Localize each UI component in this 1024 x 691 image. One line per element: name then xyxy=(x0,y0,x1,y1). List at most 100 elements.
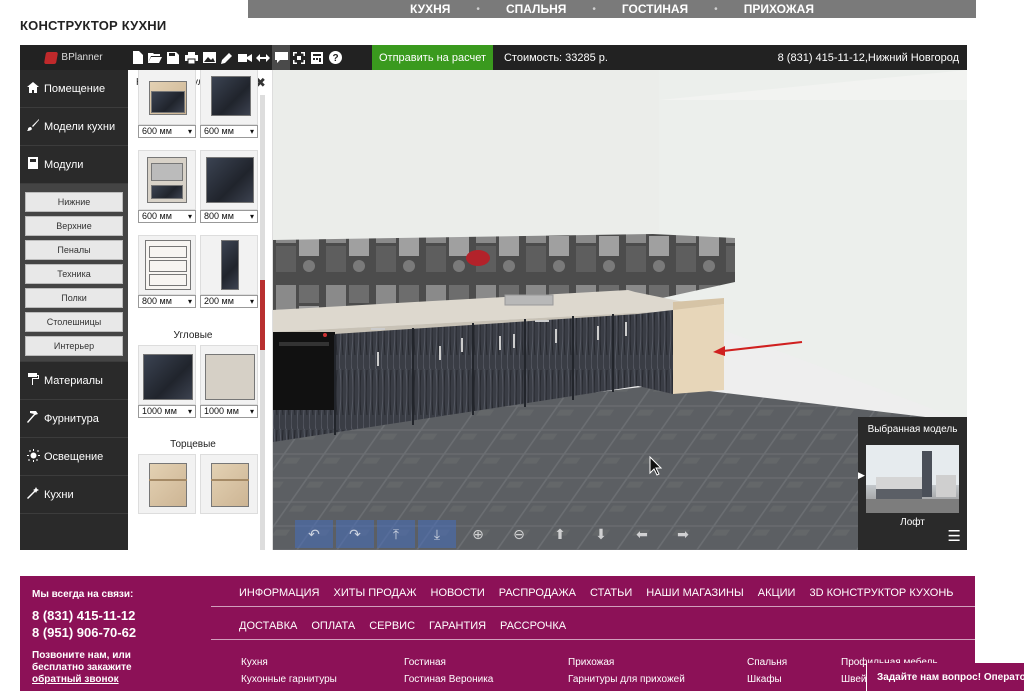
nav-hallway[interactable]: ПРИХОЖАЯ xyxy=(718,2,840,16)
subcategory-interior[interactable]: Интерьер xyxy=(25,336,123,356)
footer-col-link[interactable]: Кухня xyxy=(241,654,337,671)
footer-link[interactable]: РАСПРОДАЖА xyxy=(499,587,576,599)
footer-divider xyxy=(211,639,975,640)
footer-callback-link[interactable]: обратный звонок xyxy=(32,674,202,686)
modules-panel: Нижние модули ✖ 600 мм 600 мм 600 м xyxy=(128,70,273,550)
sidebar-item-modules[interactable]: Модули xyxy=(20,146,128,184)
sidebar-item-hardware[interactable]: Фурнитура xyxy=(20,400,128,438)
footer-link[interactable]: ГАРАНТИЯ xyxy=(429,620,486,632)
new-file-icon[interactable] xyxy=(128,45,146,70)
pencil-icon[interactable] xyxy=(218,45,236,70)
footer-col-link[interactable]: Спальня xyxy=(747,654,787,671)
nav-bedroom[interactable]: СПАЛЬНЯ xyxy=(480,2,592,16)
footer-link[interactable]: ХИТЫ ПРОДАЖ xyxy=(333,587,416,599)
3d-viewport[interactable]: ↶ ↷ ⤒ ⤓ ⊕ ⊖ ⬆ ⬇ ⬅ ➡ Выбранная модель Лоф… xyxy=(273,70,967,550)
save-icon[interactable] xyxy=(164,45,182,70)
sidebar-item-label: Кухни xyxy=(44,488,74,501)
module-size-select[interactable]: 600 мм xyxy=(138,125,196,138)
footer-callback-line-2: бесплатно закажите xyxy=(32,662,132,673)
sidebar-item-label: Фурнитура xyxy=(44,412,99,425)
sidebar-item-kitchens[interactable]: Кухни xyxy=(20,476,128,514)
module-card[interactable]: 200 мм xyxy=(200,235,258,315)
footer-col-link[interactable]: Кухонные гарнитуры xyxy=(241,671,337,688)
footer-col-link[interactable]: Гостиная Вероника xyxy=(404,671,493,688)
module-thumbnail xyxy=(200,150,258,210)
modules-scroll-thumb[interactable] xyxy=(260,280,265,350)
module-size-select[interactable]: 600 мм xyxy=(200,125,258,138)
footer-link[interactable]: РАССРОЧКА xyxy=(500,620,566,632)
fullscreen-icon[interactable] xyxy=(290,45,308,70)
footer-link[interactable]: АКЦИИ xyxy=(758,587,796,599)
footer-column-kitchen: Кухня Кухонные гарнитуры xyxy=(241,654,337,688)
panel-collapse-icon[interactable]: ▶ xyxy=(858,470,865,481)
footer-link[interactable]: НАШИ МАГАЗИНЫ xyxy=(646,587,744,599)
rotate-right-icon[interactable]: ↷ xyxy=(336,520,374,548)
list-view-icon[interactable]: ☰ xyxy=(948,527,961,545)
module-card[interactable]: 800 мм xyxy=(138,235,196,315)
pan-down-icon[interactable]: ⬇ xyxy=(582,520,620,548)
footer-col-link[interactable]: Шкафы xyxy=(747,671,787,688)
nav-living-room[interactable]: ГОСТИНАЯ xyxy=(596,2,714,16)
footer-link[interactable]: СЕРВИС xyxy=(369,620,415,632)
footer-link[interactable]: ОПЛАТА xyxy=(311,620,355,632)
help-icon[interactable]: ? xyxy=(326,45,344,70)
footer-col-link[interactable]: Прихожая xyxy=(568,654,685,671)
zoom-out-icon[interactable]: ⊖ xyxy=(500,520,538,548)
subcategory-shelves[interactable]: Полки xyxy=(25,288,123,308)
zoom-in-icon[interactable]: ⊕ xyxy=(459,520,497,548)
footer-link[interactable]: ИНФОРМАЦИЯ xyxy=(239,587,319,599)
module-thumbnail xyxy=(200,70,258,125)
open-folder-icon[interactable] xyxy=(146,45,164,70)
subcategory-countertops[interactable]: Столешницы xyxy=(25,312,123,332)
module-card[interactable] xyxy=(200,454,258,534)
footer-col-link[interactable]: Гостиная xyxy=(404,654,493,671)
chat-widget-button[interactable]: Задайте нам вопрос! Операто xyxy=(866,663,1024,691)
tilt-up-icon[interactable]: ⤒ xyxy=(377,520,415,548)
footer-link[interactable]: 3D КОНСТРУКТОР КУХОНЬ xyxy=(809,587,953,599)
subcategory-tall[interactable]: Пеналы xyxy=(25,240,123,260)
module-card[interactable]: 1000 мм xyxy=(138,345,196,425)
video-icon[interactable] xyxy=(236,45,254,70)
footer-phone-1[interactable]: 8 (831) 415-11-12 xyxy=(32,608,202,623)
tilt-down-icon[interactable]: ⤓ xyxy=(418,520,456,548)
module-size-select[interactable]: 1000 мм xyxy=(138,405,196,418)
comment-icon[interactable] xyxy=(272,45,290,70)
send-for-quote-button[interactable]: Отправить на расчет xyxy=(372,45,493,70)
footer-link[interactable]: СТАТЬИ xyxy=(590,587,632,599)
module-size-select[interactable]: 800 мм xyxy=(138,295,196,308)
sidebar-item-kitchen-models[interactable]: Модели кухни xyxy=(20,108,128,146)
module-size-select[interactable]: 800 мм xyxy=(200,210,258,223)
module-card[interactable]: 600 мм xyxy=(138,70,196,145)
footer-phone-2[interactable]: 8 (951) 906-70-62 xyxy=(32,625,202,640)
sidebar-item-room[interactable]: Помещение xyxy=(20,70,128,108)
image-icon[interactable] xyxy=(200,45,218,70)
paint-roller-icon xyxy=(27,373,39,388)
sidebar-item-lighting[interactable]: Освещение xyxy=(20,438,128,476)
subcategory-appliances[interactable]: Техника xyxy=(25,264,123,284)
pan-up-icon[interactable]: ⬆ xyxy=(541,520,579,548)
calculator-icon[interactable] xyxy=(308,45,326,70)
footer-col-link[interactable]: Гарнитуры для прихожей xyxy=(568,671,685,688)
module-card[interactable]: 600 мм xyxy=(200,70,258,145)
contact-phone: 8 (831) 415-11-12,Нижний Новгород xyxy=(777,51,959,64)
sidebar-item-materials[interactable]: Материалы xyxy=(20,362,128,400)
app-toolbar: BPlanner ? Отправить на расчет Стоимость… xyxy=(20,45,967,70)
module-card[interactable]: 800 мм xyxy=(200,150,258,230)
footer-link[interactable]: НОВОСТИ xyxy=(431,587,485,599)
pan-left-icon[interactable]: ⬅ xyxy=(623,520,661,548)
module-card[interactable] xyxy=(138,454,196,534)
subcategory-upper[interactable]: Верхние xyxy=(25,216,123,236)
module-card[interactable]: 1000 мм xyxy=(200,345,258,425)
subcategory-lower[interactable]: Нижние xyxy=(25,192,123,212)
resize-icon[interactable] xyxy=(254,45,272,70)
module-size-select[interactable]: 600 мм xyxy=(138,210,196,223)
print-icon[interactable] xyxy=(182,45,200,70)
rotate-left-icon[interactable]: ↶ xyxy=(295,520,333,548)
module-card[interactable]: 600 мм xyxy=(138,150,196,230)
module-size-select[interactable]: 200 мм xyxy=(200,295,258,308)
selected-model-image[interactable] xyxy=(866,445,959,513)
module-size-select[interactable]: 1000 мм xyxy=(200,405,258,418)
footer-link[interactable]: ДОСТАВКА xyxy=(239,620,297,632)
nav-kitchen[interactable]: КУХНЯ xyxy=(384,2,476,16)
pan-right-icon[interactable]: ➡ xyxy=(664,520,702,548)
